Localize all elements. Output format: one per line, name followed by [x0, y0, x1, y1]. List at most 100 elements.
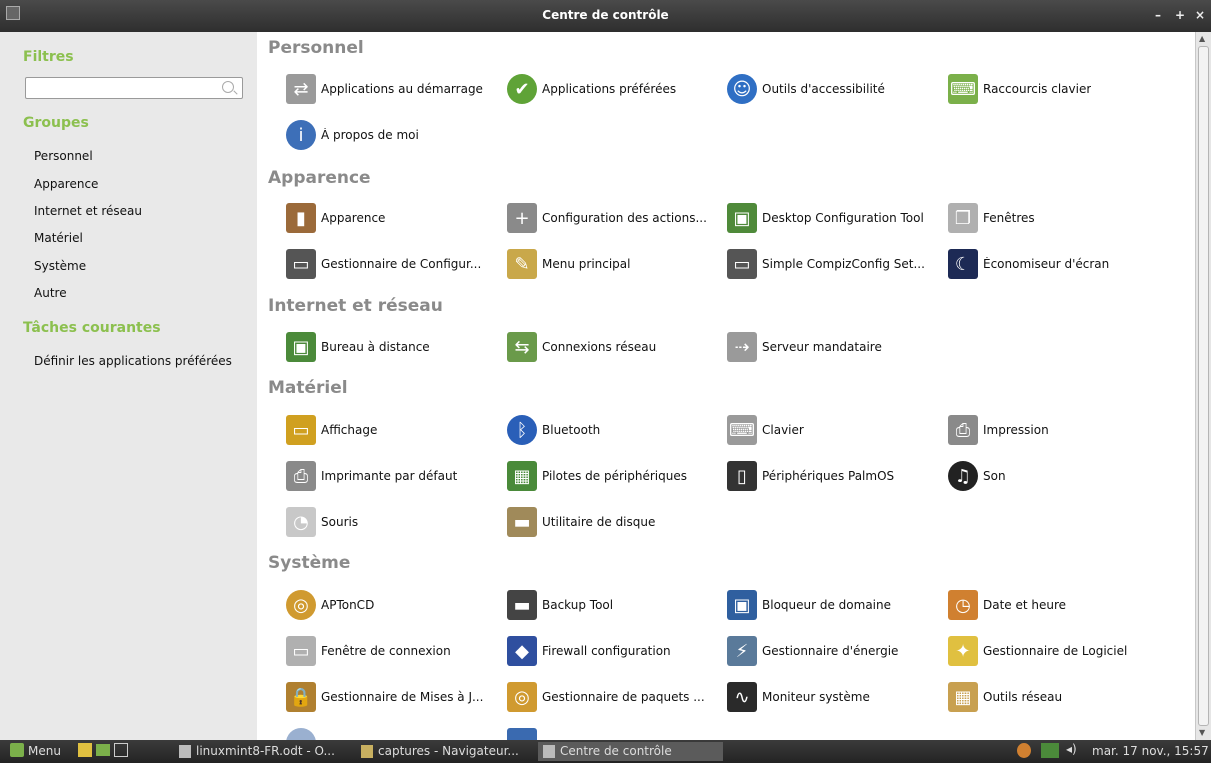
firewall-icon: ◆ [507, 636, 537, 666]
item-sound[interactable]: ♫ Son [948, 458, 1162, 494]
clock[interactable]: mar. 17 nov., 15:57 [1092, 744, 1209, 758]
editor-launcher-icon[interactable] [78, 743, 92, 757]
main-menu-icon: ✎ [507, 249, 537, 279]
search-icon [222, 81, 234, 93]
user-tray-icon[interactable] [1017, 743, 1031, 758]
task-control-center[interactable]: Centre de contrôle [538, 742, 723, 761]
screenshot-launcher-icon[interactable] [114, 743, 128, 757]
menu-button[interactable]: Menu [28, 744, 61, 758]
item-appearance[interactable]: ▮ Apparence [286, 200, 500, 236]
item-login-window[interactable]: ▭ Fenêtre de connexion [286, 633, 500, 669]
item-partial-row [507, 725, 721, 740]
item-keyboard[interactable]: ⌨ Clavier [727, 412, 941, 448]
remote-desktop-icon: ▣ [286, 332, 316, 362]
item-desktop-config-tool[interactable]: ▣ Desktop Configuration Tool [727, 200, 941, 236]
group-systeme[interactable]: Système [34, 259, 86, 273]
network-tray-icon[interactable] [1041, 743, 1059, 758]
domain-blocker-icon: ▣ [727, 590, 757, 620]
window-title: Centre de contrôle [542, 8, 669, 22]
about-me-icon: i [286, 120, 316, 150]
item-accessibility[interactable]: ☺ Outils d'accessibilité [727, 71, 941, 107]
item-keyboard-shortcuts[interactable]: ⌨ Raccourcis clavier [948, 71, 1162, 107]
group-personnel[interactable]: Personnel [34, 149, 93, 163]
document-icon [179, 745, 191, 758]
sidebar: Filtres Groupes Personnel Apparence Inte… [0, 32, 257, 740]
minimize-button[interactable]: – [1155, 8, 1161, 22]
scroll-thumb[interactable] [1198, 46, 1209, 726]
search-input[interactable] [25, 77, 243, 99]
item-network-connections[interactable]: ⇆ Connexions réseau [507, 329, 721, 365]
category-materiel: Matériel [268, 378, 348, 398]
item-preferred-apps[interactable]: ✔ Applications préférées [507, 71, 721, 107]
window-titlebar: Centre de contrôle – + × [0, 0, 1211, 32]
actions-config-icon: + [507, 203, 537, 233]
item-windows[interactable]: ❐ Fenêtres [948, 200, 1162, 236]
item-default-printer[interactable]: ⎙ Imprimante par défaut [286, 458, 500, 494]
item-system-monitor[interactable]: ∿ Moniteur système [727, 679, 941, 715]
item-backup-tool[interactable]: ▬ Backup Tool [507, 587, 721, 623]
close-button[interactable]: × [1195, 8, 1205, 22]
drivers-icon: ▦ [507, 461, 537, 491]
item-package-manager[interactable]: ◎ Gestionnaire de paquets ... [507, 679, 721, 715]
item-screensaver[interactable]: ☾ Économiseur d'écran [948, 246, 1162, 282]
appearance-icon: ▮ [286, 203, 316, 233]
item-main-menu[interactable]: ✎ Menu principal [507, 246, 721, 282]
vertical-scrollbar[interactable]: ▲ ▼ [1195, 32, 1211, 740]
windows-icon: ❐ [948, 203, 978, 233]
item-remote-desktop[interactable]: ▣ Bureau à distance [286, 329, 500, 365]
item-aptoncd[interactable]: ◎ APTonCD [286, 587, 500, 623]
item-software-manager[interactable]: ✦ Gestionnaire de Logiciel [948, 633, 1162, 669]
task-set-preferred-apps[interactable]: Définir les applications préférées [34, 354, 232, 368]
item-device-drivers[interactable]: ▦ Pilotes de périphériques [507, 458, 721, 494]
item-domain-blocker[interactable]: ▣ Bloqueur de domaine [727, 587, 941, 623]
item-mouse[interactable]: ◔ Souris [286, 504, 500, 540]
item-power-manager[interactable]: ⚡ Gestionnaire d'énergie [727, 633, 941, 669]
palmos-icon: ▯ [727, 461, 757, 491]
network-icon: ⇆ [507, 332, 537, 362]
item-update-manager[interactable]: 🔒 Gestionnaire de Mises à J... [286, 679, 500, 715]
item-compizconfig[interactable]: ▭ Simple CompizConfig Set... [727, 246, 941, 282]
task-linuxmint-doc[interactable]: linuxmint8-FR.odt - O... [174, 742, 354, 761]
bluetooth-icon: ᛒ [507, 415, 537, 445]
aptoncd-icon: ◎ [286, 590, 316, 620]
group-apparence[interactable]: Apparence [34, 177, 98, 191]
scroll-up-icon[interactable]: ▲ [1199, 34, 1205, 43]
mouse-icon: ◔ [286, 507, 316, 537]
category-internet-reseau: Internet et réseau [268, 296, 443, 316]
startup-icon: ⇄ [286, 74, 316, 104]
config-manager-icon: ▭ [286, 249, 316, 279]
keyboard-shortcuts-icon: ⌨ [948, 74, 978, 104]
item-actions-config[interactable]: + Configuration des actions... [507, 200, 721, 236]
groups-heading: Groupes [23, 115, 89, 131]
item-startup-apps[interactable]: ⇄ Applications au démarrage [286, 71, 500, 107]
item-config-manager[interactable]: ▭ Gestionnaire de Configur... [286, 246, 500, 282]
item-about-me[interactable]: iÀ propos de moi [286, 117, 500, 153]
taskbar: Menu linuxmint8-FR.odt - O... captures -… [0, 740, 1211, 763]
group-materiel[interactable]: Matériel [34, 231, 83, 245]
partial-icon [507, 728, 537, 740]
maximize-button[interactable]: + [1175, 8, 1185, 22]
item-network-tools[interactable]: ▦ Outils réseau [948, 679, 1162, 715]
control-center-main: Personnel ⇄ Applications au démarrage ✔ Ap… [257, 32, 1195, 740]
item-bluetooth[interactable]: ᛒ Bluetooth [507, 412, 721, 448]
item-palmos-devices[interactable]: ▯ Périphériques PalmOS [727, 458, 941, 494]
desktop-launcher-icon[interactable] [96, 744, 110, 756]
item-proxy-server[interactable]: ⇢ Serveur mandataire [727, 329, 941, 365]
item-disk-utility[interactable]: ▬ Utilitaire de disque [507, 504, 721, 540]
item-firewall-config[interactable]: ◆ Firewall configuration [507, 633, 721, 669]
sound-icon: ♫ [948, 461, 978, 491]
group-autre[interactable]: Autre [34, 286, 67, 300]
scroll-down-icon[interactable]: ▼ [1199, 728, 1205, 737]
item-display[interactable]: ▭ Affichage [286, 412, 500, 448]
accessibility-icon: ☺ [727, 74, 757, 104]
item-date-time[interactable]: ◷ Date et heure [948, 587, 1162, 623]
disk-icon: ▬ [507, 507, 537, 537]
category-apparence: Apparence [268, 168, 371, 188]
group-internet-reseau[interactable]: Internet et réseau [34, 204, 142, 218]
mint-menu-icon[interactable] [10, 743, 24, 757]
volume-icon[interactable]: ◂) [1066, 742, 1077, 756]
check-icon: ✔ [507, 74, 537, 104]
item-printing[interactable]: ⎙ Impression [948, 412, 1162, 448]
task-file-browser[interactable]: captures - Navigateur... [356, 742, 536, 761]
screensaver-icon: ☾ [948, 249, 978, 279]
